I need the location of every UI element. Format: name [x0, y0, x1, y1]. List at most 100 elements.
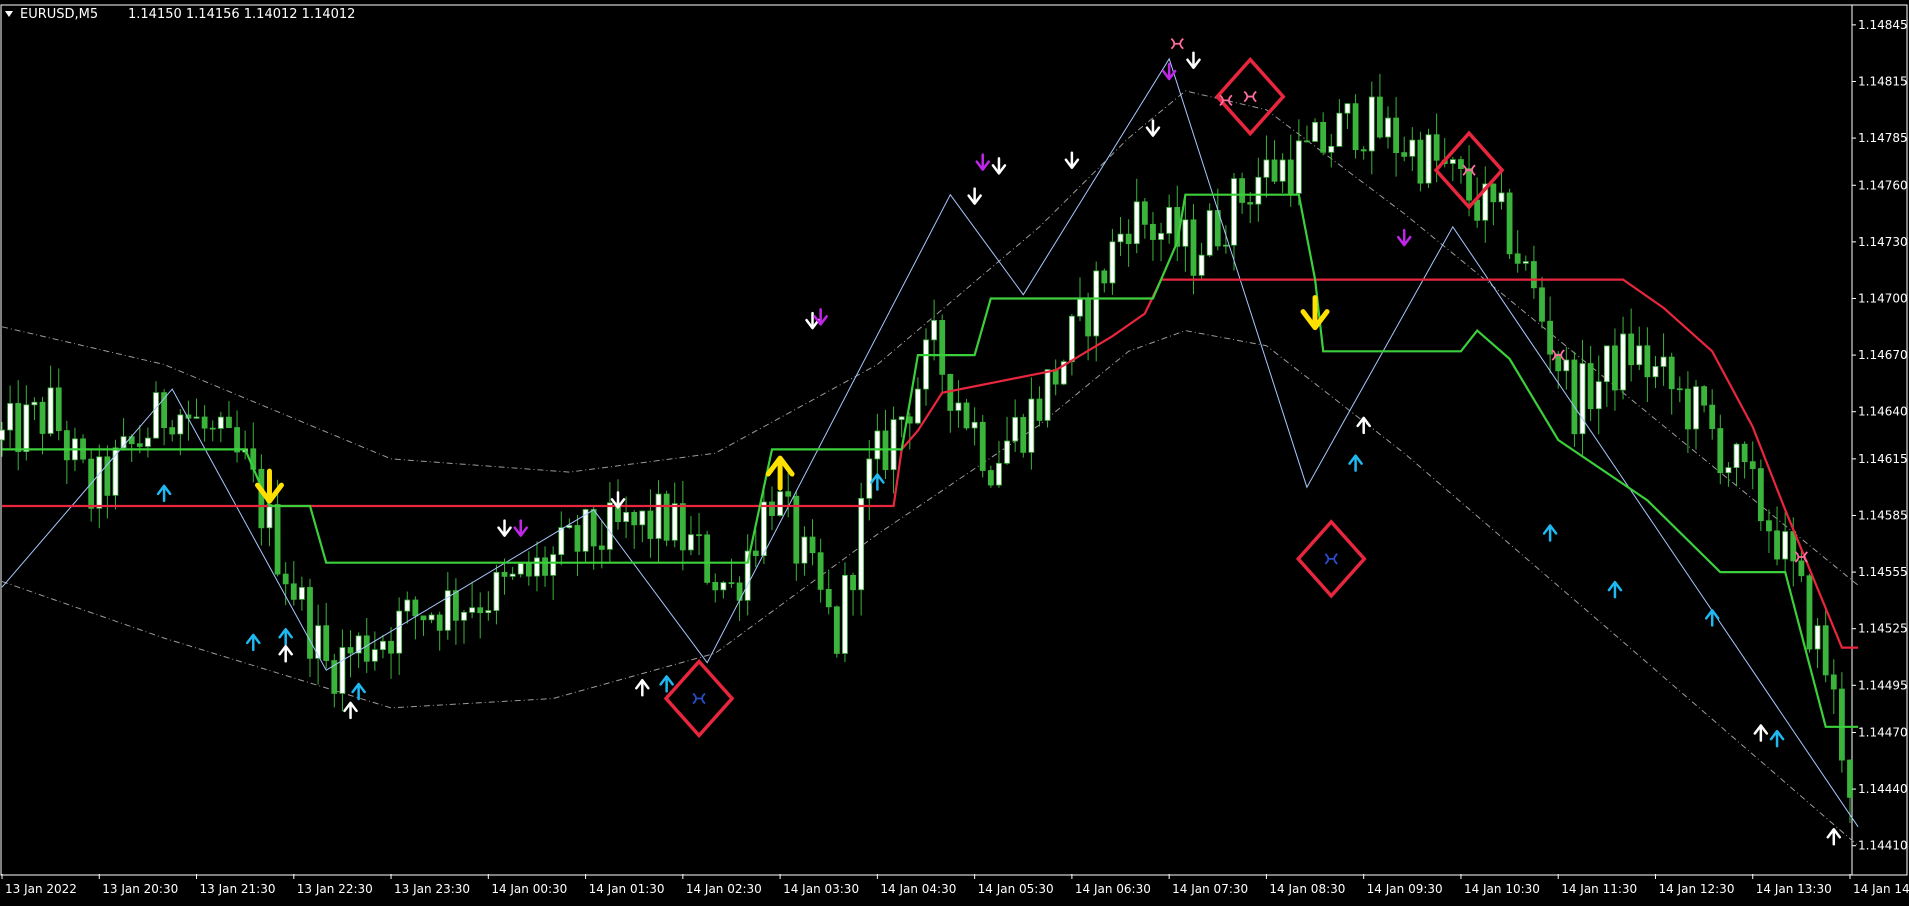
candle-bear: [1749, 461, 1756, 469]
candle-bull: [874, 430, 881, 460]
candle-bull: [914, 388, 921, 424]
time-tick-label: 13 Jan 21:30: [200, 882, 276, 896]
candle-bull: [1068, 315, 1075, 363]
candle-bull: [777, 491, 784, 516]
candle-bull: [760, 501, 767, 557]
candle-bear: [1141, 201, 1148, 225]
candle-bull: [558, 527, 565, 555]
time-tick-label: 14 Jan 13:30: [1756, 882, 1832, 896]
price-tick-label: 1.14525: [1858, 622, 1908, 636]
candle-bear: [1806, 575, 1813, 650]
candle-bull: [1328, 145, 1335, 153]
candle-bull: [1660, 356, 1667, 367]
candle-bull: [1603, 345, 1610, 383]
candle-bear: [1101, 270, 1108, 284]
candle-bear: [590, 509, 597, 547]
candle-bull: [1425, 134, 1432, 184]
time-tick-label: 14 Jan 04:30: [880, 882, 956, 896]
candle-bear: [1717, 428, 1724, 474]
candle-bear: [1393, 117, 1400, 154]
candle-bear: [1239, 178, 1246, 203]
time-tick-label: 14 Jan 03:30: [783, 882, 859, 896]
candle-bull: [7, 403, 14, 431]
time-tick-label: 14 Jan 02:30: [686, 882, 762, 896]
candle-bull: [890, 419, 897, 471]
candle-bull: [1077, 298, 1083, 317]
price-tick-label: 1.14730: [1858, 235, 1908, 249]
candle-bear: [817, 552, 824, 590]
candle-bear: [728, 582, 735, 584]
chart-header: EURUSD,M5 1.14150 1.14156 1.14012 1.1401…: [5, 7, 355, 22]
candle-bear: [1676, 388, 1683, 391]
time-tick-label: 13 Jan 2022: [5, 882, 77, 896]
candle-bear: [1587, 363, 1594, 410]
candle-bear: [1190, 219, 1197, 276]
candle-bull: [31, 401, 38, 406]
candle-bear: [1766, 520, 1772, 532]
candle-bear: [1668, 356, 1675, 390]
candle-bull: [623, 512, 630, 522]
candle-bull: [1295, 140, 1302, 194]
candle-bull: [1449, 159, 1456, 164]
candle-bear: [15, 403, 22, 452]
candle-bull: [1279, 159, 1286, 182]
candle-bull: [23, 404, 30, 452]
ohlc-values: 1.14150 1.14156 1.14012 1.14012: [128, 7, 355, 22]
price-tick-label: 1.14670: [1858, 348, 1908, 362]
candle-bear: [704, 534, 711, 583]
price-tick-label: 1.14470: [1858, 725, 1908, 739]
candle-bull: [1620, 333, 1626, 391]
candle-bear: [1150, 223, 1156, 240]
price-tick-label: 1.14785: [1858, 131, 1908, 145]
candle-bull: [1255, 176, 1262, 205]
candle-bull: [550, 554, 557, 576]
candle-bull: [1636, 345, 1643, 366]
candle-bull: [606, 502, 613, 550]
candle-bear: [809, 536, 816, 554]
candle-bull: [1133, 201, 1140, 245]
chart-canvas[interactable]: 1.14845 1.14815 1.14785 1.14760 1.14730 1.147…: [0, 0, 1909, 906]
candle-bull: [339, 647, 346, 694]
time-tick-label: 14 Jan 14:30: [1853, 882, 1909, 896]
candle-bear: [1701, 386, 1708, 406]
candle-bear: [436, 614, 443, 631]
candle-bull: [1725, 467, 1732, 474]
candle-bull: [996, 462, 1002, 486]
price-tick-label: 1.14640: [1858, 405, 1908, 419]
candle-bear: [1798, 560, 1805, 577]
candle-bear: [1036, 398, 1043, 421]
candle-bull: [1166, 207, 1173, 234]
time-tick-label: 14 Jan 11:30: [1561, 882, 1637, 896]
candle-bear: [201, 416, 208, 429]
candle-bear: [55, 387, 62, 431]
candle-bear: [712, 581, 719, 591]
candle-bull: [177, 414, 184, 435]
candle-bear: [1628, 333, 1635, 366]
candle-bear: [39, 401, 46, 434]
price-tick-label: 1.14815: [1858, 74, 1908, 88]
time-tick-label: 14 Jan 01:30: [589, 882, 665, 896]
candle-bear: [347, 647, 354, 654]
candle-bull: [801, 536, 808, 564]
candle-bear: [1539, 287, 1545, 322]
candle-bull: [0, 429, 5, 441]
candle-bull: [1409, 139, 1416, 157]
candle-bull: [1158, 233, 1164, 240]
candle-bear: [979, 421, 986, 471]
candle-bear: [1709, 404, 1716, 429]
candle-bear: [1247, 202, 1254, 205]
candle-bull: [1498, 192, 1505, 203]
candle-bull: [493, 571, 500, 611]
candle-bear: [1376, 96, 1383, 138]
candle-bear: [1417, 139, 1424, 184]
candle-bull: [688, 534, 694, 551]
price-tick-label: 1.14615: [1858, 452, 1908, 466]
candle-bull: [1782, 531, 1789, 560]
candle-bear: [631, 512, 638, 526]
candle-bear: [1822, 625, 1829, 676]
candle-bear: [1287, 159, 1294, 194]
candle-bull: [671, 503, 678, 541]
candle-bull: [1231, 178, 1237, 246]
candle-bear: [1514, 253, 1521, 264]
candle-bear: [1052, 369, 1059, 385]
